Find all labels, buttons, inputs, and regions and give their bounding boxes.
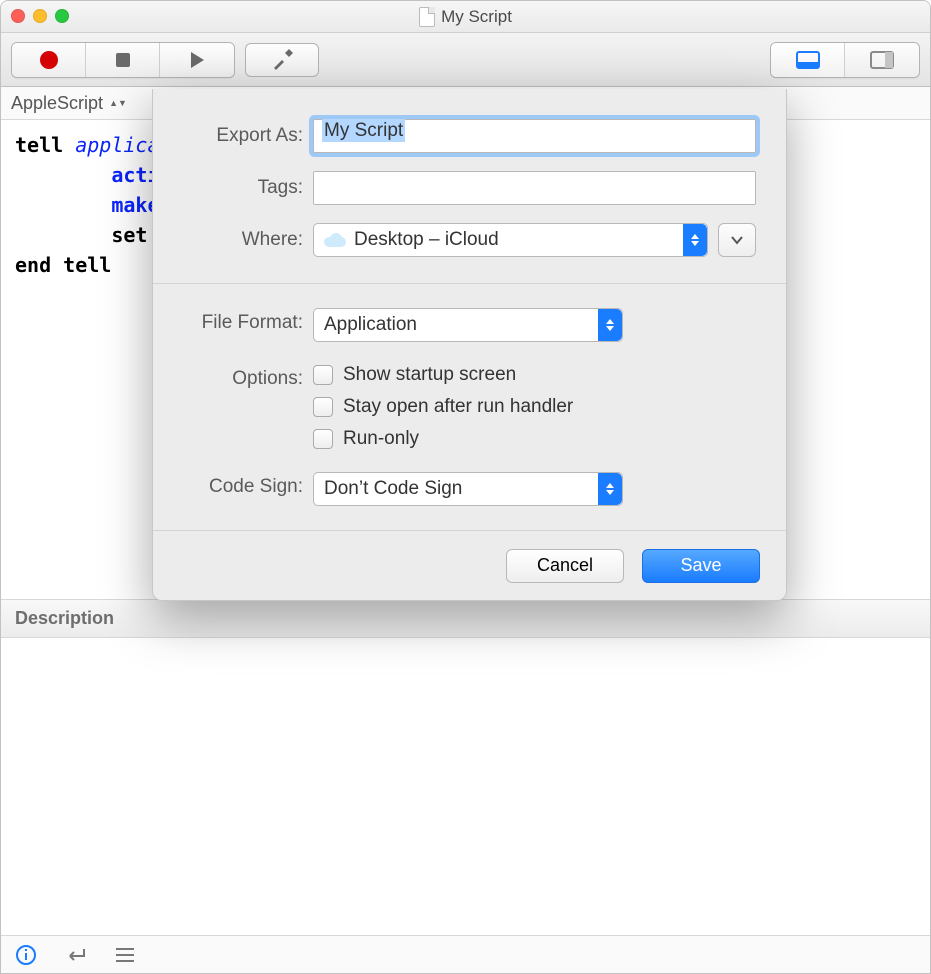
where-popup[interactable]: Desktop – iCloud xyxy=(313,223,708,257)
status-bar xyxy=(1,935,930,973)
tags-field[interactable] xyxy=(313,171,756,205)
checkbox[interactable] xyxy=(313,397,333,417)
info-icon xyxy=(15,944,37,966)
export-as-label: Export As: xyxy=(183,125,313,147)
updown-icon xyxy=(598,309,622,341)
compile-button[interactable] xyxy=(245,43,319,77)
window-title: My Script xyxy=(1,1,930,33)
hammer-icon xyxy=(271,49,293,71)
option-run-only[interactable]: Run-only xyxy=(313,428,573,450)
side-pane-icon xyxy=(870,51,894,69)
export-as-value: My Script xyxy=(322,119,405,142)
show-bottom-pane-button[interactable] xyxy=(771,43,845,77)
cancel-button[interactable]: Cancel xyxy=(506,549,624,583)
where-label: Where: xyxy=(183,229,313,251)
options-label: Options: xyxy=(183,364,313,390)
language-label: AppleScript xyxy=(11,93,103,114)
chevron-down-icon xyxy=(730,235,744,245)
option-label: Show startup screen xyxy=(343,364,516,386)
view-controls xyxy=(770,42,920,78)
run-controls xyxy=(11,42,235,78)
file-format-popup[interactable]: Application xyxy=(313,308,623,342)
show-side-pane-button[interactable] xyxy=(845,43,919,77)
script-editor-window: My Script AppleScript ▲▼ xyxy=(0,0,931,974)
file-format-label: File Format: xyxy=(183,308,313,334)
toolbar xyxy=(1,33,930,87)
option-stay-open[interactable]: Stay open after run handler xyxy=(313,396,573,418)
info-button[interactable] xyxy=(15,944,37,966)
export-as-field[interactable]: My Script xyxy=(313,119,756,153)
play-icon xyxy=(188,51,206,69)
save-button[interactable]: Save xyxy=(642,549,760,583)
language-popup[interactable]: AppleScript ▲▼ xyxy=(11,93,127,114)
updown-icon: ▲▼ xyxy=(109,99,127,107)
tags-label: Tags: xyxy=(183,177,313,199)
option-label: Run-only xyxy=(343,428,419,450)
description-label: Description xyxy=(15,608,114,629)
icloud-icon xyxy=(324,233,346,247)
log-button[interactable] xyxy=(115,947,135,963)
export-sheet: Export As: My Script Tags: Where: Deskto… xyxy=(152,89,787,601)
titlebar: My Script xyxy=(1,1,930,33)
return-icon xyxy=(65,947,87,963)
description-body[interactable] xyxy=(1,638,930,935)
checkbox[interactable] xyxy=(313,365,333,385)
file-format-value: Application xyxy=(324,314,417,336)
result-button[interactable] xyxy=(65,947,87,963)
option-show-startup[interactable]: Show startup screen xyxy=(313,364,573,386)
option-label: Stay open after run handler xyxy=(343,396,573,418)
log-icon xyxy=(115,947,135,963)
stop-icon xyxy=(116,53,130,67)
expand-browser-button[interactable] xyxy=(718,223,756,257)
run-button[interactable] xyxy=(160,43,234,77)
where-value: Desktop – iCloud xyxy=(354,229,499,251)
stop-button[interactable] xyxy=(86,43,160,77)
code-sign-popup[interactable]: Don’t Code Sign xyxy=(313,472,623,506)
window-title-text: My Script xyxy=(441,7,512,27)
bottom-pane-icon xyxy=(796,51,820,69)
description-header: Description xyxy=(1,600,930,638)
code-sign-value: Don’t Code Sign xyxy=(324,478,462,500)
updown-icon xyxy=(598,473,622,505)
updown-icon xyxy=(683,224,707,256)
record-button[interactable] xyxy=(12,43,86,77)
checkbox[interactable] xyxy=(313,429,333,449)
code-sign-label: Code Sign: xyxy=(183,472,313,498)
record-icon xyxy=(40,51,58,69)
document-icon xyxy=(419,7,435,27)
